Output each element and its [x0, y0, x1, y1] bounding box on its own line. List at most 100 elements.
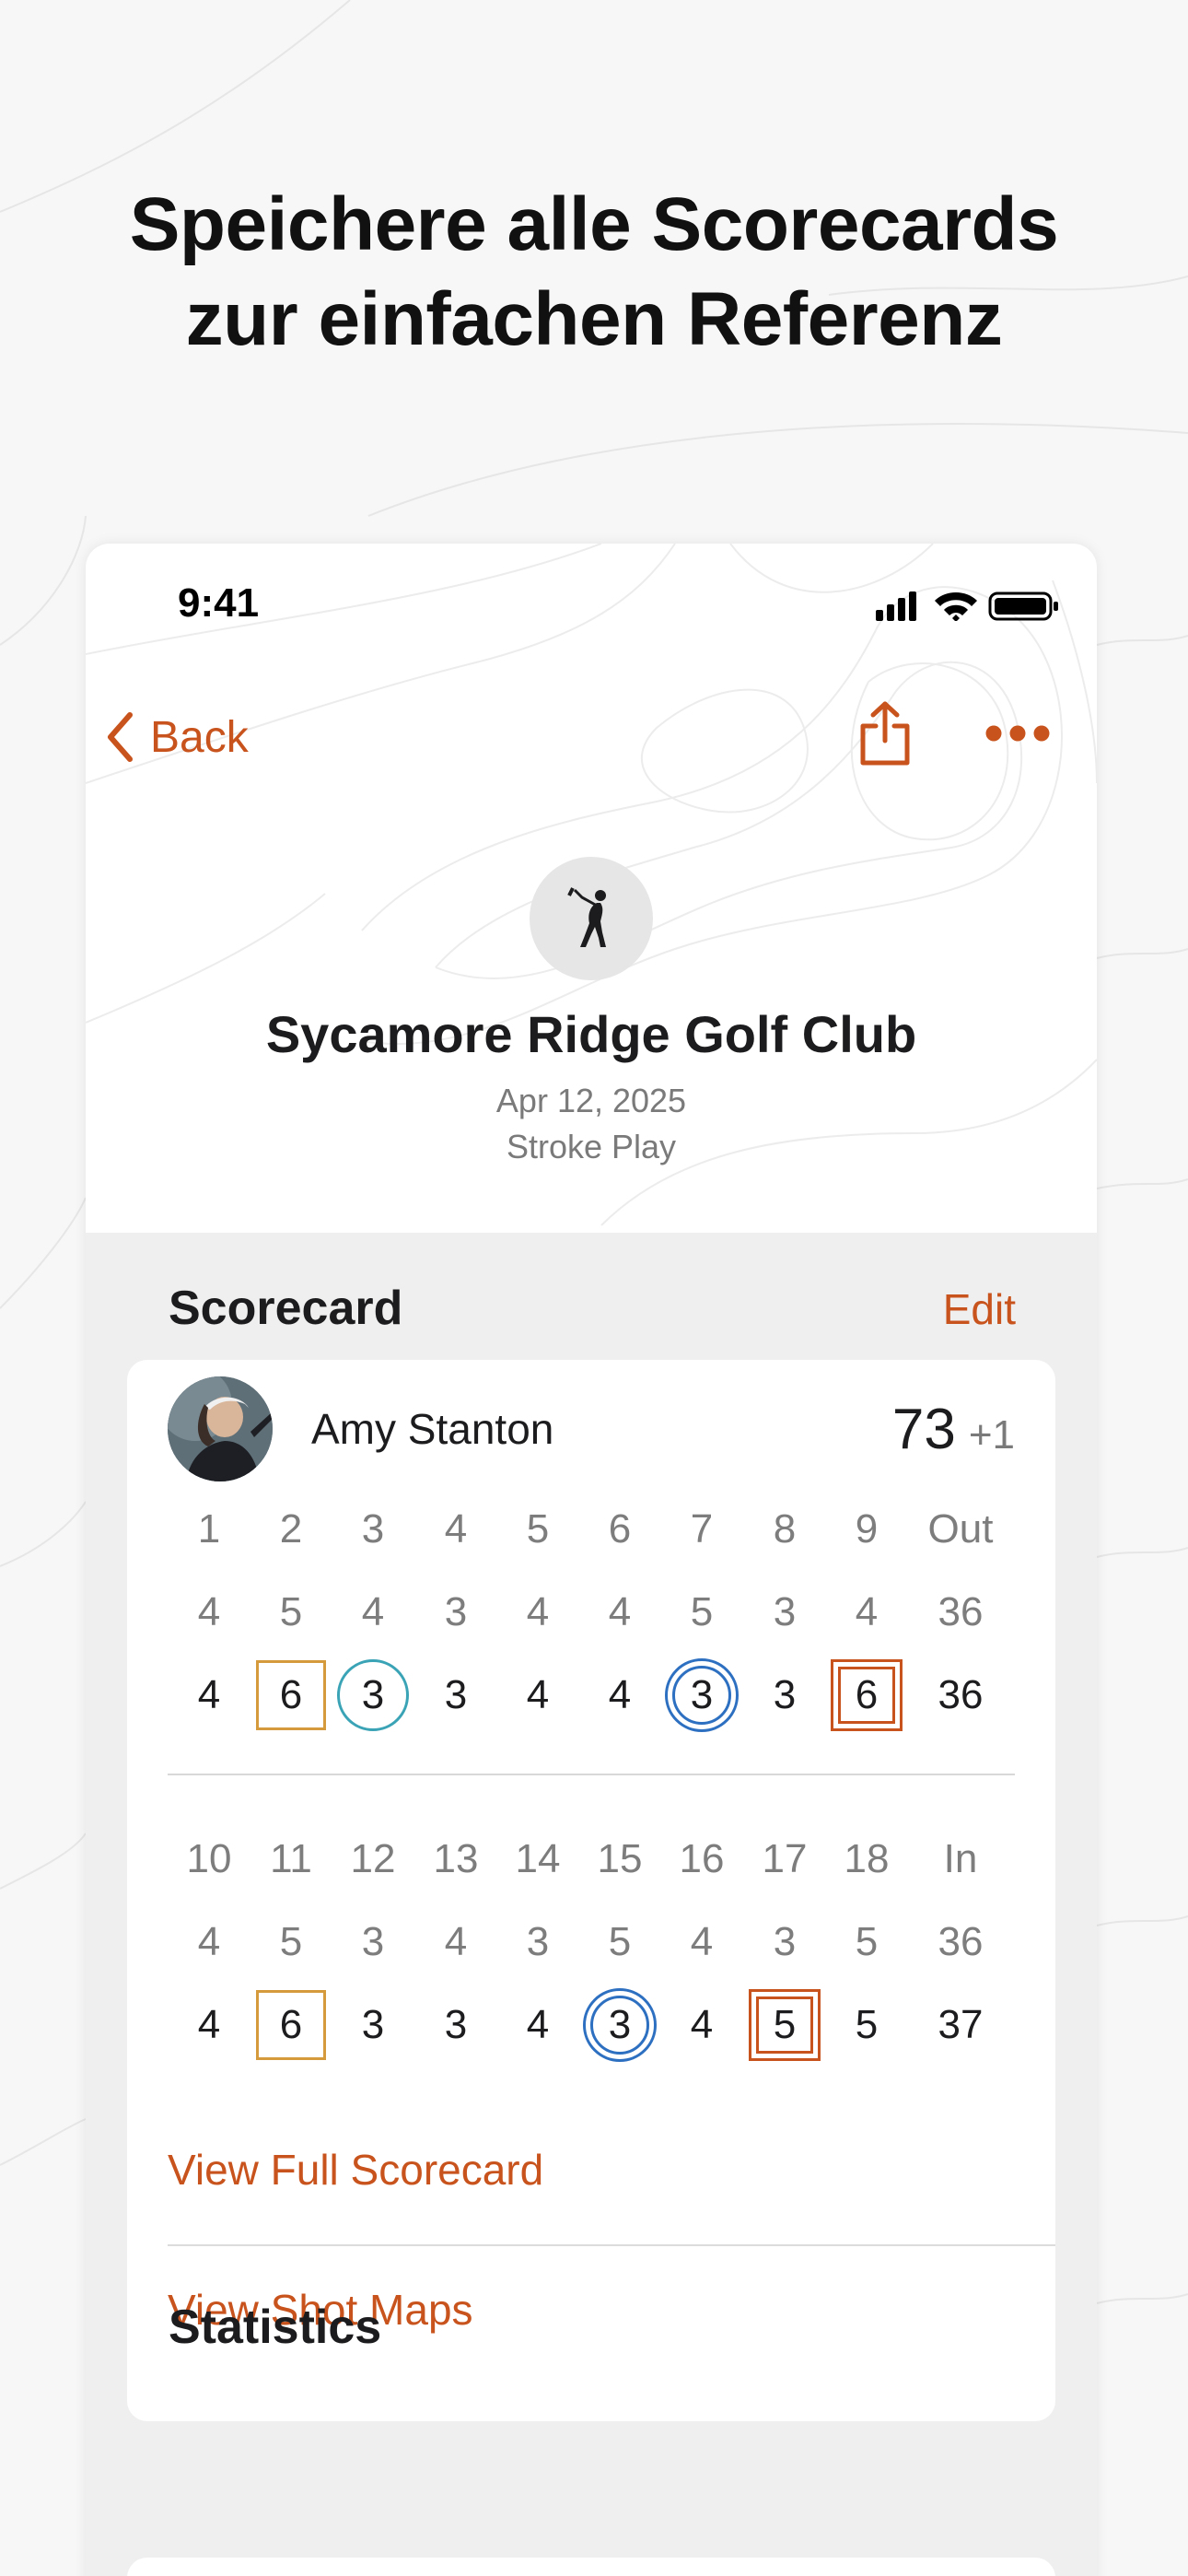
back-label: Back	[150, 712, 249, 762]
hole-number-cell: 5	[501, 1493, 575, 1566]
score-cell: 4	[501, 1658, 575, 1732]
status-icons	[876, 591, 1058, 621]
par-cell: 5	[665, 1575, 739, 1649]
hole-number-value: 14	[515, 1836, 561, 1881]
view-full-scorecard-link[interactable]: View Full Scorecard	[168, 2145, 543, 2195]
par-value: 3	[773, 1919, 797, 1964]
par-cell: 4	[172, 1905, 246, 1979]
score-cell: 6	[830, 1658, 903, 1732]
par-value: 5	[279, 1589, 303, 1634]
hole-number-value: 4	[444, 1506, 468, 1551]
par-value: 3	[526, 1919, 550, 1964]
score-value: 3	[444, 1672, 468, 1717]
hole-number-value: 1	[197, 1506, 221, 1551]
par-value: 3	[361, 1919, 385, 1964]
score-cell: 37	[924, 1988, 997, 2062]
course-header: 9:41 Back Sycamore Ridge Golf Club Apr 1…	[86, 544, 1097, 1233]
hole-number-value: 15	[597, 1836, 643, 1881]
par-cell: 3	[748, 1905, 821, 1979]
score-value: 3	[773, 1672, 797, 1717]
par-value: 4	[690, 1919, 714, 1964]
eagle-marker: 3	[583, 1988, 657, 2062]
battery-icon	[988, 591, 1058, 621]
par-value: 4	[855, 1589, 879, 1634]
par-cell: 4	[583, 1575, 657, 1649]
share-icon[interactable]	[857, 700, 913, 767]
score-cell: 3	[336, 1658, 410, 1732]
par-cell: 4	[665, 1905, 739, 1979]
par-cell: 3	[419, 1575, 493, 1649]
score-value: 3	[361, 1672, 385, 1717]
edit-button[interactable]: Edit	[943, 1284, 1016, 1334]
hole-number-value: Out	[927, 1506, 994, 1551]
player-total: 73 +1	[892, 1397, 1015, 1462]
score-value: 6	[279, 2002, 303, 2047]
par-value: 5	[608, 1919, 632, 1964]
hole-number-cell: 15	[583, 1822, 657, 1896]
phone-screen: 9:41 Back Sycamore Ridge Golf Club Apr 1…	[86, 544, 1097, 2576]
hole-number-cell: 3	[336, 1493, 410, 1566]
score-value: 36	[938, 1672, 984, 1717]
scorecard-section-title: Scorecard	[169, 1282, 403, 1335]
par-value: 4	[608, 1589, 632, 1634]
course-name: Sycamore Ridge Golf Club	[265, 1005, 917, 1063]
score-cell: 4	[583, 1658, 657, 1732]
score-value: 5	[773, 2002, 797, 2047]
hole-number-value: 6	[608, 1506, 632, 1551]
double-bogey-marker: 6	[831, 1659, 903, 1731]
par-value: 4	[444, 1919, 468, 1964]
headline-line-2: zur einfachen Referenz	[185, 277, 1003, 361]
wifi-icon	[935, 592, 977, 621]
score-value: 3	[608, 2002, 632, 2047]
par-cell: 5	[583, 1905, 657, 1979]
status-time: 9:41	[178, 580, 260, 626]
score-value: 5	[855, 2002, 879, 2047]
hole-number-cell: 8	[748, 1493, 821, 1566]
hole-number-cell: 9	[830, 1493, 903, 1566]
course-date: Apr 12, 2025	[495, 1082, 687, 1119]
score-cell: 6	[254, 1658, 328, 1732]
hole-number-value: 11	[270, 1836, 312, 1881]
total-score: 73	[891, 1398, 956, 1461]
nine-divider	[168, 1774, 1015, 1775]
par-cell: 4	[172, 1575, 246, 1649]
hole-number-value: 3	[361, 1506, 385, 1551]
back-nine-par-row: 4 5 3 4 3 5 4 3 5 36	[127, 1905, 1055, 1979]
hole-number-value: 8	[773, 1506, 797, 1551]
score-value: 4	[608, 1672, 632, 1717]
back-button[interactable]: Back	[106, 709, 249, 765]
player-photo	[168, 1376, 273, 1481]
score-cell: 3	[665, 1658, 739, 1732]
score-value: 6	[279, 1672, 303, 1717]
hole-number-value: In	[943, 1836, 978, 1881]
headline-line-1: Speichere alle Scorecards	[129, 182, 1059, 266]
score-cell: 3	[583, 1988, 657, 2062]
par-cell: 5	[254, 1575, 328, 1649]
double-bogey-marker: 5	[749, 1989, 821, 2061]
score-cell: 3	[336, 1988, 410, 2062]
score-cell: 5	[830, 1988, 903, 2062]
score-value: 4	[526, 2002, 550, 2047]
par-cell: 4	[501, 1575, 575, 1649]
par-value: 4	[197, 1919, 221, 1964]
par-value: 36	[938, 1919, 984, 1964]
par-cell: 5	[254, 1905, 328, 1979]
par-value: 3	[773, 1589, 797, 1634]
page-headline: Speichere alle Scorecards zur einfachen …	[0, 177, 1188, 367]
score-value: 37	[938, 2002, 984, 2047]
hole-number-value: 12	[350, 1836, 396, 1881]
statistics-section-title: Statistics	[169, 2301, 382, 2354]
score-cell: 3	[748, 1658, 821, 1732]
front-nine-scores-row: 4 6 3 3 4 4 3 3 6 36	[127, 1658, 1055, 1732]
more-icon[interactable]	[984, 720, 1051, 746]
bogey-marker: 6	[256, 1660, 326, 1730]
hole-number-value: 2	[279, 1506, 303, 1551]
score-value: 6	[855, 1672, 879, 1717]
par-value: 5	[690, 1589, 714, 1634]
course-format: Stroke Play	[506, 1128, 677, 1165]
par-value: 5	[855, 1919, 879, 1964]
par-cell: 3	[501, 1905, 575, 1979]
par-cell: 4	[419, 1905, 493, 1979]
eagle-marker: 3	[665, 1658, 739, 1732]
avatar	[168, 1376, 273, 1481]
